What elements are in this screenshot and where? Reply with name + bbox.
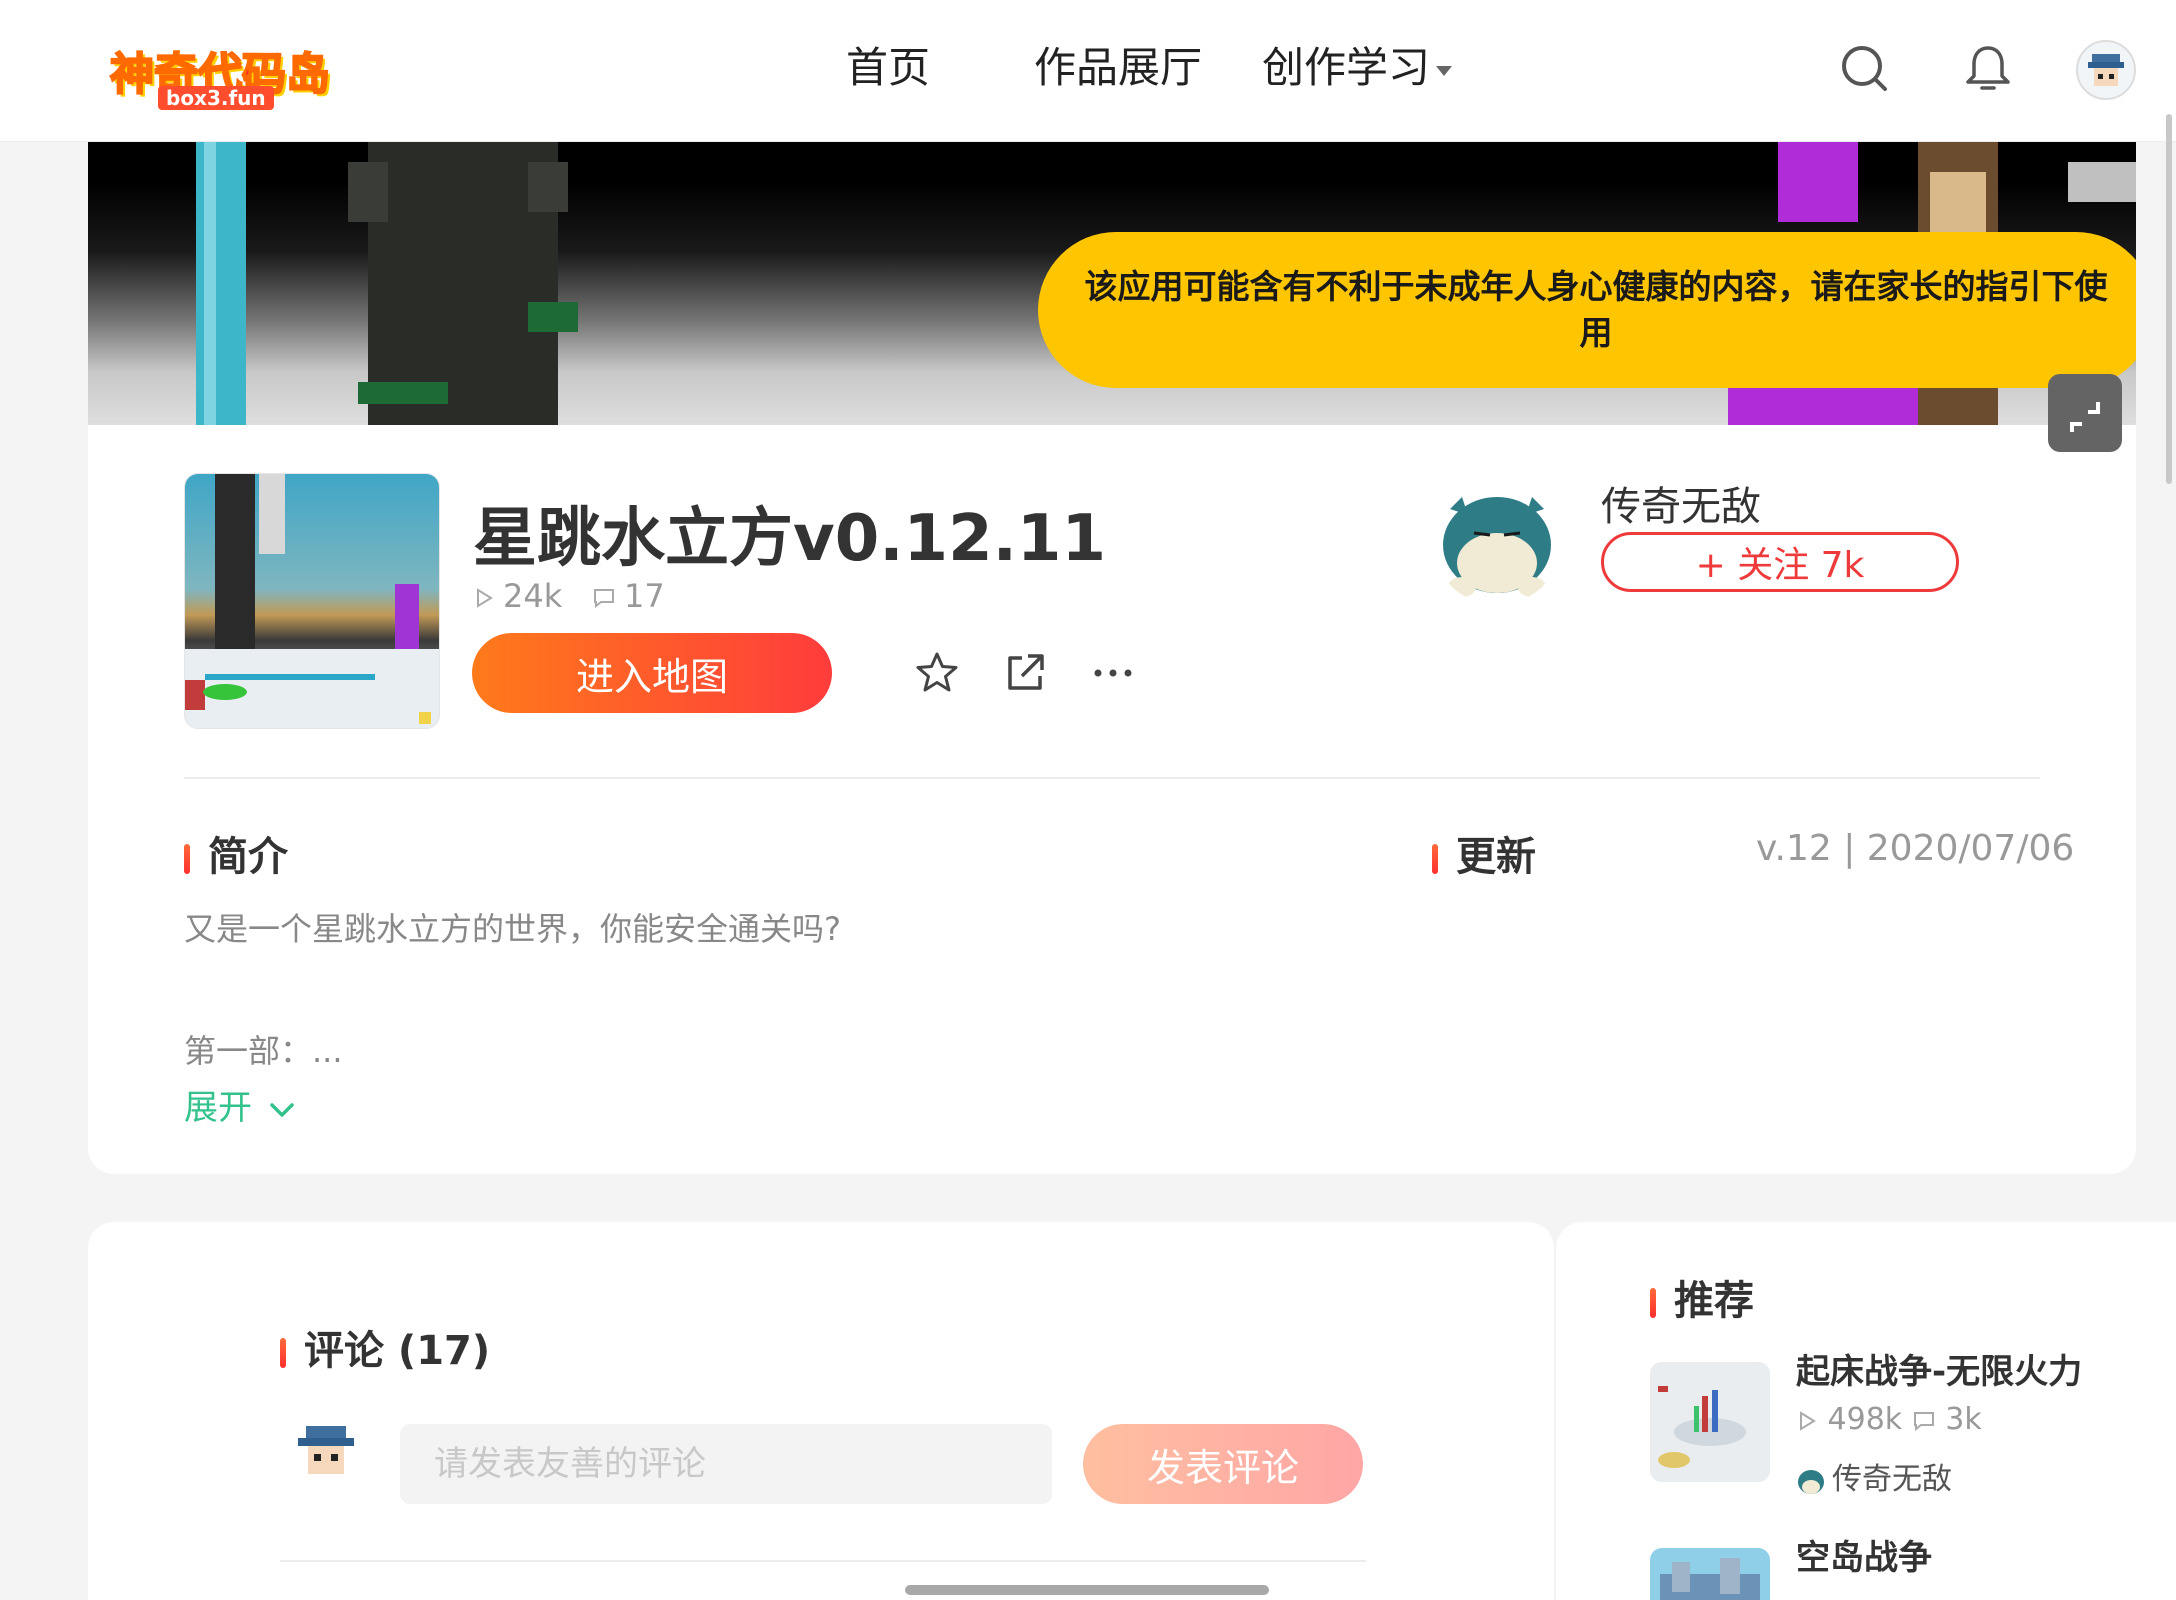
recommend-heading-label: 推荐 — [1674, 1278, 1754, 1324]
intro-line-1: 又是一个星跳水立方的世界，你能安全通关吗? — [184, 910, 841, 948]
game-detail-card: 该应用可能含有不利于未成年人身心健康的内容，请在家长的指引下使用 星跳水立方v0… — [88, 142, 2136, 1174]
recommend-item-comments: 3k — [1945, 1402, 1982, 1437]
fullscreen-icon — [2070, 402, 2100, 432]
share-icon[interactable] — [1000, 648, 1050, 698]
author-avatar[interactable] — [1432, 475, 1562, 605]
recommend-item-plays: 498k — [1827, 1402, 1903, 1437]
comments-heading-label: 评论 (17) — [304, 1328, 491, 1374]
recommend-card: 推荐 起床战争-无限火力 498k 3k 传奇无敌 空岛战争 — [1556, 1222, 2176, 1600]
game-title: 星跳水立方v0.12.11 — [473, 502, 1106, 576]
bell-icon[interactable] — [1962, 42, 2014, 94]
nav-gallery[interactable]: 作品展厅 — [1034, 34, 1202, 95]
more-icon[interactable] — [1088, 648, 1138, 698]
horizontal-scrollbar[interactable] — [905, 1585, 1269, 1595]
top-nav-bar: 神奇代码岛 box3.fun 首页 作品展厅 创作学习 — [0, 0, 2176, 142]
intro-line-2: 第一部：... — [184, 1032, 343, 1070]
comment-count-value: 17 — [624, 577, 665, 615]
user-avatar[interactable] — [2076, 40, 2136, 100]
warning-text: 该应用可能含有不利于未成年人身心健康的内容，请在家长的指引下使用 — [1084, 267, 2108, 352]
nav-learn-label: 创作学习 — [1262, 43, 1431, 92]
comment-input[interactable] — [400, 1424, 1052, 1504]
comments-heading: 评论 (17) — [280, 1318, 490, 1376]
vertical-scrollbar[interactable] — [2166, 114, 2172, 484]
section-marker — [1432, 844, 1438, 874]
recommend-item-thumbnail[interactable] — [1650, 1362, 1770, 1482]
comments-card: 评论 (17) 发表评论 — [88, 1222, 1554, 1600]
post-comment-button[interactable]: 发表评论 — [1083, 1424, 1363, 1504]
commenter-avatar — [290, 1416, 362, 1488]
author-name[interactable]: 传奇无敌 — [1601, 474, 1761, 532]
game-banner: 该应用可能含有不利于未成年人身心健康的内容，请在家长的指引下使用 — [88, 142, 2136, 425]
nav-home[interactable]: 首页 — [846, 34, 930, 95]
section-marker — [184, 844, 190, 874]
recommend-item-stats: 498k 3k — [1796, 1402, 1982, 1437]
section-marker — [280, 1338, 286, 1368]
recommend-item-thumbnail[interactable] — [1650, 1548, 1770, 1600]
logo-subtext: box3.fun — [158, 86, 274, 110]
comment-divider — [280, 1560, 1366, 1562]
play-count: 24k — [473, 577, 562, 615]
author-mini-avatar — [1798, 1469, 1824, 1494]
comment-icon — [1913, 1411, 1934, 1431]
fullscreen-button[interactable] — [2048, 374, 2122, 452]
recommend-item-title[interactable]: 起床战争-无限火力 — [1796, 1344, 2082, 1393]
game-thumbnail — [184, 473, 440, 729]
recommend-heading: 推荐 — [1650, 1268, 1754, 1326]
star-icon[interactable] — [912, 648, 962, 698]
section-marker — [1650, 1288, 1656, 1318]
recommend-item-title[interactable]: 空岛战争 — [1796, 1530, 1932, 1579]
intro-heading: 简介 — [184, 824, 288, 882]
nav-learn[interactable]: 创作学习 — [1262, 34, 1453, 95]
chevron-down-icon — [270, 1102, 294, 1117]
play-icon — [1800, 1410, 1816, 1431]
site-logo[interactable]: 神奇代码岛 box3.fun — [109, 38, 331, 110]
expand-button[interactable]: 展开 — [184, 1080, 300, 1129]
update-version: v.12 | 2020/07/06 — [1756, 828, 2075, 869]
recommend-item-author[interactable]: 传奇无敌 — [1796, 1454, 1952, 1498]
search-icon[interactable] — [1838, 42, 1890, 94]
enter-map-button[interactable]: 进入地图 — [472, 633, 832, 713]
update-heading-label: 更新 — [1456, 834, 1536, 880]
caret-down-icon — [1436, 65, 1453, 76]
play-count-value: 24k — [503, 577, 563, 615]
expand-label: 展开 — [184, 1088, 252, 1128]
section-divider — [184, 777, 2040, 779]
content-warning-banner: 该应用可能含有不利于未成年人身心健康的内容，请在家长的指引下使用 — [1038, 232, 2136, 388]
play-icon — [477, 588, 493, 608]
comment-count: 17 — [592, 577, 665, 615]
intro-heading-label: 简介 — [208, 834, 288, 880]
update-heading: 更新 — [1432, 824, 1536, 882]
comment-icon — [594, 589, 614, 609]
follow-button[interactable]: + 关注 7k — [1601, 532, 1959, 592]
recommend-item-author-name: 传奇无敌 — [1832, 1462, 1952, 1497]
